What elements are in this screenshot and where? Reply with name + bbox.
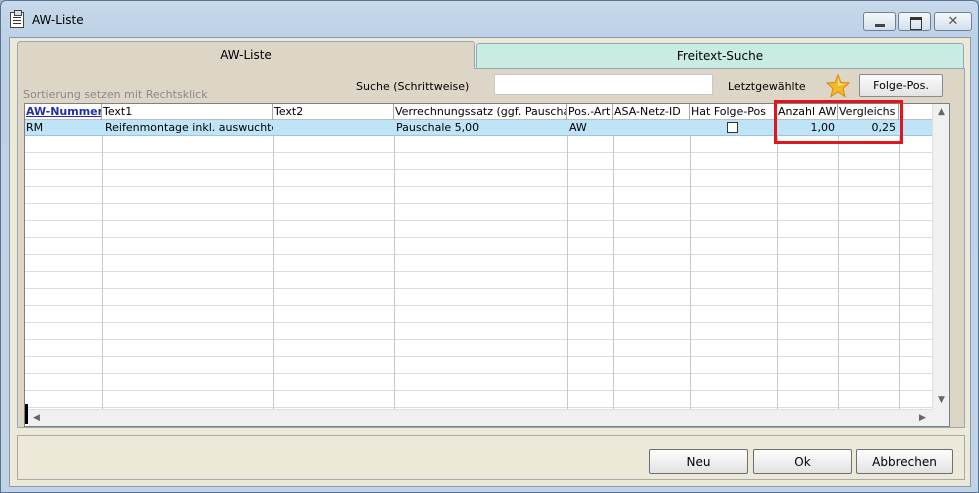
scroll-left-icon[interactable]: ◀ <box>28 410 45 426</box>
tab-aw-liste[interactable]: AW-Liste <box>17 41 475 69</box>
window-title: AW-Liste <box>32 13 84 27</box>
grid-line <box>567 104 568 409</box>
column-header-text2[interactable]: Text2 <box>273 104 394 120</box>
grid-line <box>690 104 691 409</box>
hat-folge-pos-checkbox[interactable] <box>727 122 738 133</box>
scroll-up-icon[interactable]: ▲ <box>933 104 949 121</box>
grid-line <box>838 104 839 409</box>
close-icon: ✕ <box>947 14 959 29</box>
ok-button[interactable]: Ok <box>753 449 852 474</box>
grid-line <box>899 104 900 409</box>
search-input[interactable] <box>494 74 713 95</box>
tab-strip: AW-Liste Freitext-Suche <box>17 41 965 69</box>
sort-hint: Sortierung setzen mit Rechtsklick <box>23 88 208 101</box>
aw-liste-window: AW-Liste ✕ AW-Liste Freitext-Suche Sorti… <box>0 0 979 493</box>
cell-text2 <box>273 120 394 136</box>
cell-aw-nummer: RM <box>26 121 44 134</box>
minimize-button[interactable] <box>863 12 896 31</box>
clipboard-icon <box>10 10 24 28</box>
scroll-down-icon[interactable]: ▼ <box>933 392 949 409</box>
folge-pos-button[interactable]: Folge-Pos. <box>859 74 943 97</box>
grid-column-lines <box>25 104 932 409</box>
grid-line <box>394 104 395 409</box>
column-header-pos-art[interactable]: Pos.-Art <box>567 104 613 120</box>
column-header-text1[interactable]: Text1 <box>102 104 273 120</box>
vertical-scrollbar[interactable]: ▲ ▼ <box>932 104 949 409</box>
button-panel: Neu Ok Abbrechen <box>17 435 965 480</box>
star-icon[interactable] <box>825 73 851 98</box>
column-header-verrechnungssatz[interactable]: Verrechnungssatz (ggf. Pauschale) <box>394 104 567 120</box>
last-selected-label: Letztgewählte <box>728 80 806 93</box>
highlight-box <box>774 100 903 144</box>
maximize-button[interactable] <box>898 12 931 31</box>
cell-pos-art: AW <box>569 121 587 134</box>
grid-line <box>102 104 103 409</box>
title-bar[interactable]: AW-Liste ✕ <box>1 1 978 37</box>
column-header-hat-folge-pos[interactable]: Hat Folge-Pos <box>690 104 777 120</box>
horizontal-scrollbar[interactable]: ◀ ▶ <box>28 409 932 426</box>
grid-line <box>613 104 614 409</box>
close-button[interactable]: ✕ <box>934 12 972 31</box>
column-header-aw-nummer[interactable]: AW-Nummer <box>25 104 102 120</box>
scroll-right-icon[interactable]: ▶ <box>914 410 931 426</box>
tab-freitext-suche[interactable]: Freitext-Suche <box>476 43 964 68</box>
search-label: Suche (Schrittweise) <box>356 80 470 93</box>
cell-verrechnungssatz: Pauschale 5,00 <box>396 121 480 134</box>
grid-line <box>273 104 274 409</box>
abbrechen-button[interactable]: Abbrechen <box>856 449 953 474</box>
neu-button[interactable]: Neu <box>649 449 748 474</box>
grid-line <box>777 104 778 409</box>
aw-grid[interactable]: AW-Nummer Text1 Text2 Verrechnungssatz (… <box>24 103 950 427</box>
column-header-asa-netz-id[interactable]: ASA-Netz-ID <box>613 104 690 120</box>
scroll-corner <box>932 409 949 426</box>
cell-asa-netz-id <box>613 120 690 136</box>
cell-text1: Reifenmontage inkl. auswuchten <box>105 121 273 134</box>
